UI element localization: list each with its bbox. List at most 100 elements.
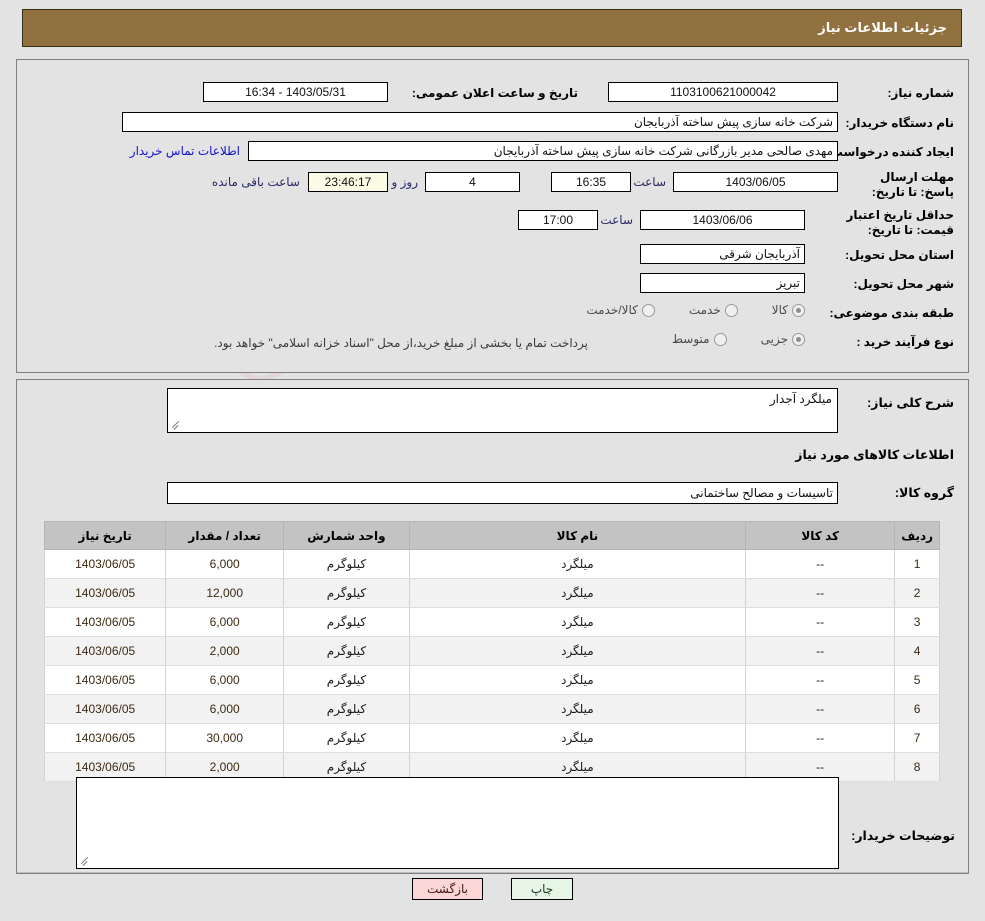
radio-icon[interactable] bbox=[792, 332, 805, 346]
cell-code: -- bbox=[744, 694, 896, 724]
radio-option-jozei[interactable]: جزیی bbox=[745, 332, 805, 346]
cell-unit: کیلوگرم bbox=[283, 578, 410, 608]
back-button[interactable]: بازگشت bbox=[412, 878, 483, 900]
radio-label: خدمت bbox=[688, 303, 721, 317]
delivery-city-value: تبریز bbox=[640, 273, 805, 293]
cell-quantity: 6,000 bbox=[165, 549, 285, 579]
page-title-bar: جزئیات اطلاعات نیاز bbox=[22, 9, 962, 47]
table-row: 2 -- میلگرد کیلوگرم 12,000 1403/06/05 bbox=[43, 578, 940, 608]
cell-unit: کیلوگرم bbox=[283, 665, 410, 695]
need-description-label: شرح کلی نیاز: bbox=[867, 396, 954, 410]
cell-quantity: 2,000 bbox=[165, 636, 285, 666]
radio-option-motavaset[interactable]: متوسط bbox=[656, 332, 727, 346]
radio-label: جزیی bbox=[760, 332, 788, 346]
table-row: 4 -- میلگرد کیلوگرم 2,000 1403/06/05 bbox=[43, 636, 940, 666]
col-header-name: نام کالا bbox=[408, 521, 747, 550]
table-header-row: ردیف کد کالا نام کالا واحد شمارش تعداد /… bbox=[43, 521, 940, 550]
need-number-label: شماره نیاز: bbox=[887, 86, 955, 100]
radio-option-khedmat[interactable]: خدمت bbox=[673, 303, 738, 317]
goods-group-value: تاسیسات و مصالح ساختمانی bbox=[167, 482, 838, 504]
deadline-hour-label: ساعت bbox=[633, 175, 666, 189]
cell-need-date: 1403/06/05 bbox=[43, 578, 167, 608]
cell-name: میلگرد bbox=[408, 636, 747, 666]
cell-radif: 6 bbox=[894, 694, 940, 724]
price-validity-time: 17:00 bbox=[518, 210, 598, 230]
page-title: جزئیات اطلاعات نیاز bbox=[818, 20, 947, 35]
need-number-value: 1103100621000042 bbox=[608, 82, 838, 102]
cell-need-date: 1403/06/05 bbox=[43, 694, 167, 724]
delivery-province-value: آذربایجان شرقی bbox=[640, 244, 805, 264]
radio-option-kala[interactable]: کالا bbox=[756, 303, 805, 317]
cell-need-date: 1403/06/05 bbox=[43, 723, 167, 753]
table-row: 5 -- میلگرد کیلوگرم 6,000 1403/06/05 bbox=[43, 665, 940, 695]
items-section-title: اطلاعات کالاهای مورد نیاز bbox=[795, 448, 954, 462]
buyer-org-label: نام دستگاه خریدار: bbox=[845, 116, 954, 130]
cell-unit: کیلوگرم bbox=[283, 694, 410, 724]
cell-code: -- bbox=[744, 665, 896, 695]
col-header-unit: واحد شمارش bbox=[283, 521, 410, 550]
cell-quantity: 30,000 bbox=[165, 723, 285, 753]
cell-radif: 3 bbox=[894, 607, 940, 637]
delivery-city-label: شهر محل تحویل: bbox=[853, 277, 954, 291]
cell-code: -- bbox=[744, 607, 896, 637]
cell-code: -- bbox=[744, 578, 896, 608]
items-table: ردیف کد کالا نام کالا واحد شمارش تعداد /… bbox=[43, 521, 940, 782]
goods-group-label: گروه کالا: bbox=[894, 486, 954, 500]
cell-name: میلگرد bbox=[408, 607, 747, 637]
footer-button-bar: چاپ بازگشت bbox=[0, 878, 985, 900]
cell-name: میلگرد bbox=[408, 694, 747, 724]
cell-quantity: 6,000 bbox=[165, 607, 285, 637]
resize-grip-icon[interactable] bbox=[80, 856, 90, 866]
price-validity-date: 1403/06/06 bbox=[640, 210, 805, 230]
radio-label: کالا bbox=[771, 303, 788, 317]
cell-name: میلگرد bbox=[408, 578, 747, 608]
public-announce-value: 1403/05/31 - 16:34 bbox=[203, 82, 388, 102]
col-header-code: کد کالا bbox=[744, 521, 896, 550]
print-button[interactable]: چاپ bbox=[511, 878, 573, 900]
radio-option-kala-khedmat[interactable]: کالا/خدمت bbox=[570, 303, 655, 317]
cell-need-date: 1403/06/05 bbox=[43, 665, 167, 695]
radio-icon[interactable] bbox=[792, 303, 805, 317]
cell-need-date: 1403/06/05 bbox=[43, 636, 167, 666]
cell-radif: 5 bbox=[894, 665, 940, 695]
public-announce-label: تاریخ و ساعت اعلان عمومی: bbox=[411, 86, 578, 100]
cell-radif: 1 bbox=[894, 549, 940, 579]
countdown-remaining-label: ساعت باقی مانده bbox=[211, 175, 300, 189]
cell-radif: 4 bbox=[894, 636, 940, 666]
need-description-textarea[interactable]: میلگرد آجدار bbox=[167, 388, 838, 433]
table-row: 1 -- میلگرد کیلوگرم 6,000 1403/06/05 bbox=[43, 549, 940, 579]
cell-code: -- bbox=[744, 549, 896, 579]
cell-radif: 7 bbox=[894, 723, 940, 753]
cell-quantity: 6,000 bbox=[165, 694, 285, 724]
radio-icon[interactable] bbox=[641, 303, 655, 317]
cell-quantity: 6,000 bbox=[165, 665, 285, 695]
cell-name: میلگرد bbox=[408, 549, 747, 579]
purchase-process-radio-group[interactable]: جزیی متوسط bbox=[638, 332, 805, 346]
buyer-notes-textarea[interactable] bbox=[76, 777, 839, 869]
radio-icon[interactable] bbox=[724, 303, 738, 317]
table-row: 3 -- میلگرد کیلوگرم 6,000 1403/06/05 bbox=[43, 607, 940, 637]
buyer-notes-label: توضیحات خریدار: bbox=[851, 829, 955, 843]
resize-grip-icon[interactable] bbox=[171, 420, 181, 430]
footer-divider bbox=[17, 872, 968, 873]
response-deadline-date: 1403/06/05 bbox=[673, 172, 838, 192]
requester-label: ایجاد کننده درخواست: bbox=[826, 145, 954, 159]
response-deadline-time: 16:35 bbox=[551, 172, 631, 192]
buyer-contact-link[interactable]: اطلاعات تماس خریدار bbox=[130, 144, 240, 158]
need-summary-panel: شماره نیاز: 1103100621000042 تاریخ و ساع… bbox=[16, 59, 969, 373]
cell-need-date: 1403/06/05 bbox=[43, 549, 167, 579]
cell-unit: کیلوگرم bbox=[283, 723, 410, 753]
radio-icon[interactable] bbox=[713, 332, 727, 346]
col-header-need-date: تاریخ نیاز bbox=[43, 521, 167, 550]
cell-need-date: 1403/06/05 bbox=[43, 607, 167, 637]
cell-code: -- bbox=[744, 636, 896, 666]
col-header-radif: ردیف bbox=[894, 521, 940, 550]
purchase-process-label: نوع فرآیند خرید : bbox=[856, 335, 954, 349]
cell-unit: کیلوگرم bbox=[283, 607, 410, 637]
countdown-days-value: 4 bbox=[425, 172, 520, 192]
cell-name: میلگرد bbox=[408, 723, 747, 753]
response-deadline-label: مهلت ارسال پاسخ: تا تاریخ: bbox=[871, 170, 954, 199]
subject-category-radio-group[interactable]: کالا خدمت کالا/خدمت bbox=[552, 303, 805, 317]
purchase-process-note: پرداخت تمام یا بخشی از مبلغ خرید،از محل … bbox=[214, 336, 588, 350]
cell-unit: کیلوگرم bbox=[283, 636, 410, 666]
